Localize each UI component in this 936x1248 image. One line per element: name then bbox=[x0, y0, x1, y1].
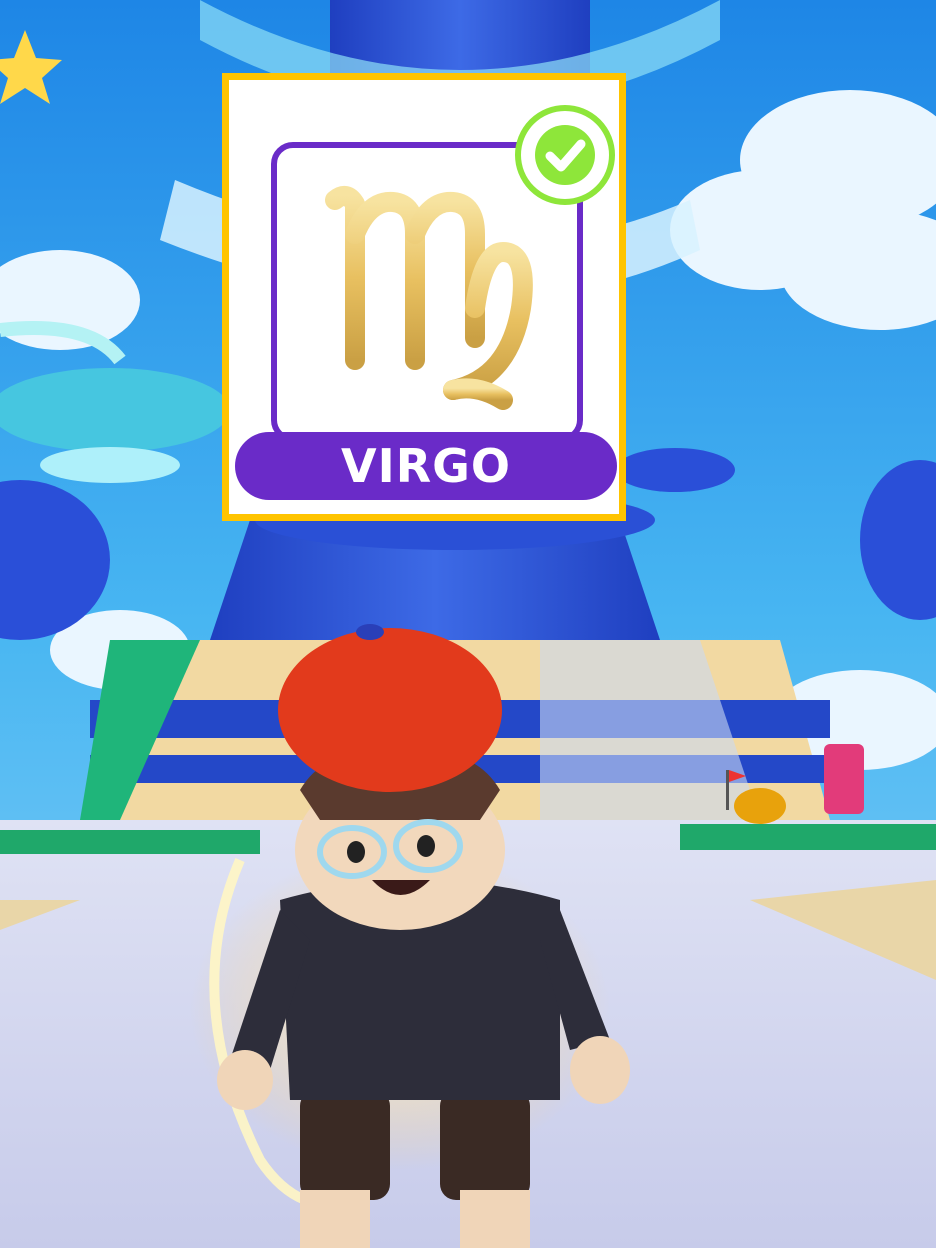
zodiac-card[interactable]: VIRGO bbox=[222, 73, 626, 521]
zodiac-name-label: VIRGO bbox=[341, 439, 511, 493]
checkmark-icon bbox=[515, 105, 615, 205]
zodiac-name-banner: VIRGO bbox=[235, 432, 617, 500]
